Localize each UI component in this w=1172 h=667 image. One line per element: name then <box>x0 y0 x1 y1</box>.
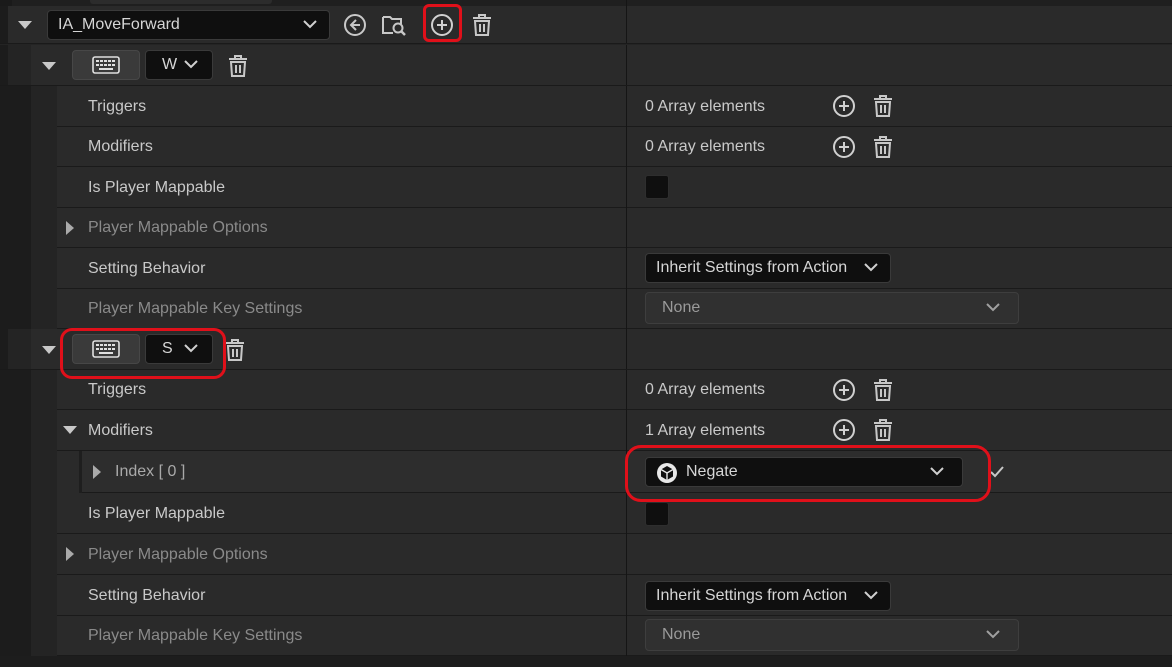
details-panel: IA_MoveForward W Triggers 0 Array elemen… <box>0 0 1172 667</box>
setting-behavior-value: Inherit Settings from Action <box>656 587 848 604</box>
key-value: S <box>162 340 173 357</box>
player-mappable-options-label: Player Mappable Options <box>88 545 268 563</box>
cube-icon <box>656 462 678 489</box>
keyboard-key-selector-button[interactable] <box>72 334 140 364</box>
input-action-dropdown[interactable]: IA_MoveForward <box>47 10 330 40</box>
chevron-down-icon <box>184 56 198 74</box>
property-row-player-mappable-key-settings: Player Mappable Key Settings None <box>0 289 1172 329</box>
is-player-mappable-checkbox[interactable] <box>645 502 669 526</box>
add-icon[interactable] <box>831 377 857 403</box>
collapse-icon[interactable] <box>63 426 77 434</box>
property-row-setting-behavior: Setting Behavior Inherit Settings from A… <box>0 575 1172 616</box>
add-icon[interactable] <box>831 417 857 443</box>
setting-behavior-label: Setting Behavior <box>88 586 206 604</box>
delete-icon[interactable] <box>225 53 251 79</box>
delete-icon[interactable] <box>870 93 896 119</box>
is-player-mappable-label: Is Player Mappable <box>88 178 225 196</box>
delete-icon[interactable] <box>870 377 896 403</box>
property-row-player-mappable-key-settings: Player Mappable Key Settings None <box>0 616 1172 656</box>
modifiers-label: Modifiers <box>88 138 153 155</box>
index-label: Index [ 0 ] <box>115 463 186 480</box>
mapping-s-header-row: S <box>0 329 1172 370</box>
key-settings-dropdown[interactable]: None <box>645 292 1019 324</box>
key-settings-value: None <box>662 299 701 316</box>
triggers-value: 0 Array elements <box>645 381 766 398</box>
collapse-icon[interactable] <box>42 62 56 70</box>
keyboard-icon <box>92 56 120 74</box>
modifier-class-dropdown[interactable]: Negate <box>645 457 963 487</box>
key-settings-value: None <box>662 626 701 643</box>
delete-icon[interactable] <box>870 417 896 443</box>
setting-behavior-dropdown[interactable]: Inherit Settings from Action <box>645 581 891 611</box>
triggers-label: Triggers <box>88 97 147 115</box>
property-row-is-player-mappable: Is Player Mappable <box>0 493 1172 534</box>
player-mappable-key-settings-label: Player Mappable Key Settings <box>88 627 303 644</box>
bottom-edge <box>0 656 1172 667</box>
modifier-class-value: Negate <box>686 463 738 480</box>
property-row-modifiers: Modifiers 0 Array elements <box>0 127 1172 167</box>
browse-folder-icon[interactable] <box>381 12 407 38</box>
chevron-down-icon <box>930 463 944 481</box>
key-dropdown[interactable]: S <box>145 334 213 364</box>
expand-icon[interactable] <box>93 465 101 479</box>
check-icon[interactable] <box>990 465 1004 483</box>
action-header-row: IA_MoveForward <box>0 6 1172 44</box>
property-row-setting-behavior: Setting Behavior Inherit Settings from A… <box>0 248 1172 289</box>
chevron-down-icon <box>864 587 878 605</box>
add-icon[interactable] <box>831 134 857 160</box>
property-row-is-player-mappable: Is Player Mappable <box>0 167 1172 208</box>
input-action-name: IA_MoveForward <box>58 16 180 33</box>
delete-icon[interactable] <box>870 134 896 160</box>
modifiers-value: 0 Array elements <box>645 138 766 155</box>
chevron-down-icon <box>986 299 1000 317</box>
mapping-w-header-row: W <box>0 45 1172 86</box>
modifiers-label: Modifiers <box>88 421 153 439</box>
delete-icon[interactable] <box>222 337 248 363</box>
collapse-icon[interactable] <box>42 346 56 354</box>
player-mappable-options-label: Player Mappable Options <box>88 219 268 236</box>
is-player-mappable-label: Is Player Mappable <box>88 504 225 522</box>
key-value: W <box>162 56 178 73</box>
property-row-modifiers: Modifiers 1 Array elements <box>0 410 1172 451</box>
setting-behavior-label: Setting Behavior <box>88 259 206 277</box>
keyboard-icon <box>92 340 120 358</box>
chevron-down-icon <box>986 626 1000 644</box>
add-icon[interactable] <box>831 93 857 119</box>
setting-behavior-dropdown[interactable]: Inherit Settings from Action <box>645 253 891 283</box>
property-row-triggers: Triggers 0 Array elements <box>0 86 1172 127</box>
property-row-player-mappable-options: Player Mappable Options <box>0 534 1172 575</box>
setting-behavior-value: Inherit Settings from Action <box>656 259 848 276</box>
chevron-down-icon <box>864 259 878 277</box>
property-row-modifier-index: Index [ 0 ] Negate <box>0 451 1172 493</box>
property-row-triggers: Triggers 0 Array elements <box>0 370 1172 410</box>
back-arrow-icon[interactable] <box>342 12 368 38</box>
triggers-value: 0 Array elements <box>645 97 766 115</box>
property-row-player-mappable-options: Player Mappable Options <box>0 208 1172 248</box>
delete-icon[interactable] <box>469 12 495 38</box>
key-dropdown[interactable]: W <box>145 50 213 80</box>
keyboard-key-selector-button[interactable] <box>72 50 140 80</box>
expand-icon[interactable] <box>66 221 74 235</box>
add-icon[interactable] <box>429 12 455 38</box>
modifiers-value: 1 Array elements <box>645 421 766 439</box>
chevron-down-icon <box>303 16 317 34</box>
chevron-down-icon <box>184 340 198 358</box>
player-mappable-key-settings-label: Player Mappable Key Settings <box>88 300 303 317</box>
triggers-label: Triggers <box>88 381 147 398</box>
expand-icon[interactable] <box>66 547 74 561</box>
is-player-mappable-checkbox[interactable] <box>645 175 669 199</box>
key-settings-dropdown[interactable]: None <box>645 619 1019 651</box>
collapse-icon[interactable] <box>18 21 32 29</box>
